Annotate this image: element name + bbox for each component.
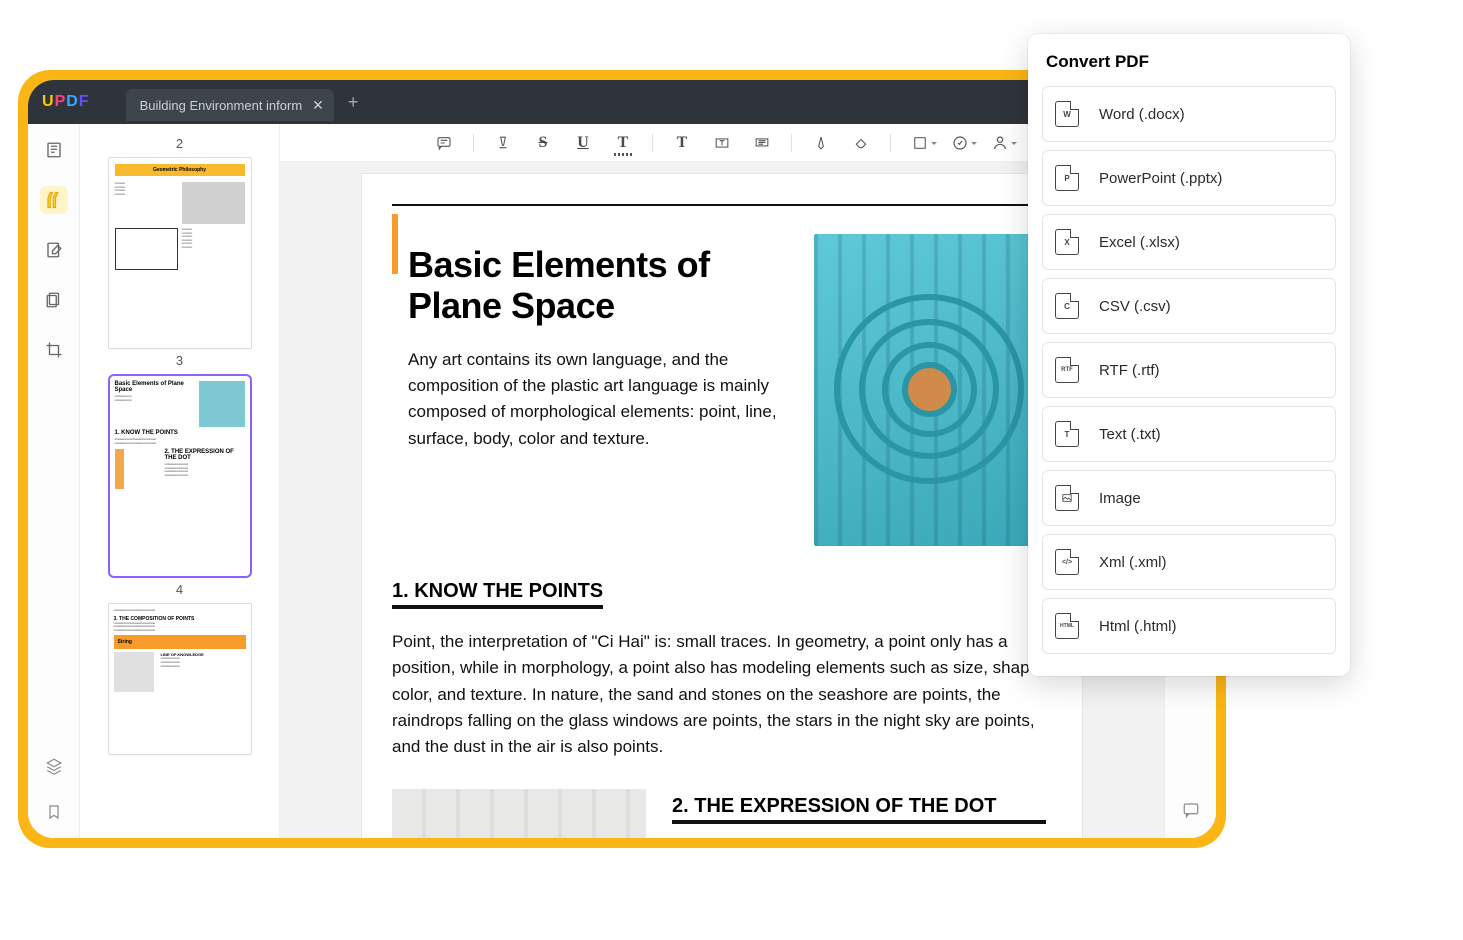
html-file-icon: HTML [1055,613,1079,639]
accent-bar [392,214,398,274]
thumb3-title: Basic Elements of Plane Space [115,381,195,393]
excel-file-icon: X [1055,229,1079,255]
thumb3-h2: 2. THE EXPRESSION OF THE DOT [165,449,245,461]
shape-icon[interactable] [909,132,931,154]
left-sidebar [28,124,80,838]
stamp-icon[interactable] [949,132,971,154]
word-file-icon: W [1055,101,1079,127]
convert-option-word[interactable]: W Word (.docx) [1042,86,1336,142]
thumb4-str: String [114,635,246,649]
opt-label: Word (.docx) [1099,106,1185,123]
squiggly-icon[interactable]: T [612,132,634,154]
page-number-3: 3 [80,353,279,368]
thumbnail-page-3[interactable]: Basic Elements of Plane Space▪▪▪▪▪▪▪▪▪▪▪… [108,374,252,578]
opt-label: CSV (.csv) [1099,298,1171,315]
bookmark-icon[interactable] [40,798,68,826]
callout-icon[interactable] [751,132,773,154]
underline-icon[interactable]: U [572,132,594,154]
document-page: Basic Elements of Plane Space Any art co… [362,174,1082,838]
page-title: Basic Elements of Plane Space [408,244,792,327]
convert-option-csv[interactable]: C CSV (.csv) [1042,278,1336,334]
thumb2-title: Geometric Philosophy [115,164,245,176]
opt-label: RTF (.rtf) [1099,362,1160,379]
convert-option-powerpoint[interactable]: P PowerPoint (.pptx) [1042,150,1336,206]
section-2-heading: 2. THE EXPRESSION OF THE DOT [672,795,1046,824]
strikethrough-icon[interactable]: S [532,132,554,154]
text-tool-icon[interactable]: T [671,132,693,154]
signature-icon[interactable] [989,132,1011,154]
thumbnail-panel: 2 Geometric Philosophy ▪▪▪▪▪▪▪▪▪▪▪▪▪▪▪▪▪… [80,124,280,838]
convert-option-image[interactable]: Image [1042,470,1336,526]
thumbnail-page-2[interactable]: Geometric Philosophy ▪▪▪▪▪▪▪▪▪▪▪▪▪▪▪▪▪▪▪… [108,157,252,349]
logo-f: F [79,93,90,110]
comment-tool[interactable] [40,186,68,214]
textbox-icon[interactable] [711,132,733,154]
convert-option-text[interactable]: T Text (.txt) [1042,406,1336,462]
rtf-file-icon: RTF [1055,357,1079,383]
logo-u: U [42,93,55,110]
csv-file-icon: C [1055,293,1079,319]
tab-title: Building Environment inform [140,98,303,113]
image-file-icon [1055,485,1079,511]
convert-option-xml[interactable]: </> Xml (.xml) [1042,534,1336,590]
chat-icon[interactable] [1182,801,1200,824]
convert-pdf-panel: Convert PDF W Word (.docx) P PowerPoint (.… [1028,34,1350,676]
opt-label: PowerPoint (.pptx) [1099,170,1222,187]
xml-file-icon: </> [1055,549,1079,575]
section-1-body: Point, the interpretation of "Ci Hai" is… [392,629,1046,761]
page-intro: Any art contains its own language, and t… [408,347,792,452]
convert-option-html[interactable]: HTML Html (.html) [1042,598,1336,654]
opt-label: Xml (.xml) [1099,554,1167,571]
panel-title: Convert PDF [1042,52,1336,72]
page-number-2: 2 [80,136,279,151]
thumbnail-page-4[interactable]: ▪▪▪▪▪▪▪▪▪▪▪▪▪▪▪▪▪▪▪▪▪▪▪▪▪▪▪▪▪▪▪▪▪▪▪▪▪▪▪ … [108,603,252,755]
pages-tool[interactable] [40,286,68,314]
opt-label: Text (.txt) [1099,426,1161,443]
logo-p: P [55,93,67,110]
new-tab-button[interactable]: + [348,92,359,113]
tile-image [392,789,646,838]
ppt-file-icon: P [1055,165,1079,191]
page-number-4: 4 [80,582,279,597]
hero-image [814,234,1046,546]
txt-file-icon: T [1055,421,1079,447]
convert-option-rtf[interactable]: RTF RTF (.rtf) [1042,342,1336,398]
document-tab[interactable]: Building Environment inform ✕ [126,89,334,121]
opt-label: Image [1099,490,1141,507]
note-icon[interactable] [433,132,455,154]
thumb3-h1: 1. KNOW THE POINTS [115,430,245,436]
close-tab-icon[interactable]: ✕ [312,97,324,114]
layers-icon[interactable] [40,752,68,780]
pencil-icon[interactable] [810,132,832,154]
section-1-heading: 1. KNOW THE POINTS [392,580,603,609]
reader-tool[interactable] [40,136,68,164]
logo-d: D [66,93,79,110]
crop-tool[interactable] [40,336,68,364]
highlight-icon[interactable] [492,132,514,154]
convert-option-excel[interactable]: X Excel (.xlsx) [1042,214,1336,270]
edit-tool[interactable] [40,236,68,264]
app-logo: UPDF [28,93,104,111]
opt-label: Html (.html) [1099,618,1177,635]
eraser-icon[interactable] [850,132,872,154]
opt-label: Excel (.xlsx) [1099,234,1180,251]
